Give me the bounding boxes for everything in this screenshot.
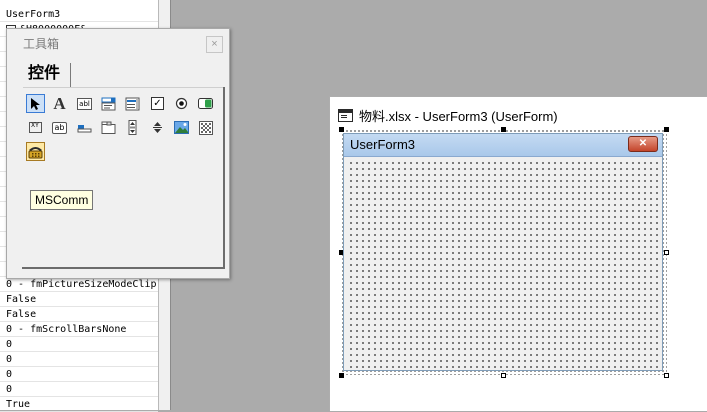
property-row[interactable]: 0 - fmScrollBarsNone <box>0 322 158 337</box>
toolbox-window: 工具箱 × 控件 A abl ✓ XY ab <box>6 28 230 279</box>
radio-icon <box>175 97 188 110</box>
property-row[interactable]: 0 <box>0 337 158 352</box>
property-value: False <box>6 294 37 305</box>
commandbutton-tool[interactable]: ab <box>50 118 69 137</box>
optionbutton-tool[interactable] <box>172 94 191 113</box>
designer-title-bar: 物料.xlsx - UserForm3 (UserForm) <box>338 106 558 125</box>
toolbox-close-button[interactable]: × <box>206 36 223 53</box>
scrollbar-icon <box>128 120 137 135</box>
image-tool[interactable] <box>172 118 191 137</box>
refedit-tool[interactable] <box>196 118 215 137</box>
commandbutton-icon: ab <box>51 121 68 134</box>
property-value: 0 - fmScrollBarsNone <box>6 324 127 335</box>
property-row[interactable]: UserForm3 <box>0 7 158 22</box>
userform-design-grid[interactable] <box>346 158 660 368</box>
listbox-icon <box>125 97 140 110</box>
close-icon: ✕ <box>638 138 648 149</box>
resize-handle-top-right <box>664 127 669 132</box>
tooltip-mscomm: MSComm <box>30 190 94 210</box>
userform-designer-window: 物料.xlsx - UserForm3 (UserForm) UserForm3… <box>329 96 707 411</box>
refedit-icon <box>198 120 213 135</box>
userform-caption: UserForm3 <box>350 137 416 152</box>
label-tool[interactable]: A <box>50 94 69 113</box>
mscomm-tool[interactable] <box>26 142 45 161</box>
property-value: 0 <box>6 354 13 365</box>
property-row[interactable]: 0 <box>0 367 158 382</box>
toolbox-title: 工具箱 <box>23 37 60 51</box>
userform-close-button[interactable]: ✕ <box>628 136 658 152</box>
property-row[interactable]: 0 - fmPictureSizeModeClip <box>0 277 158 292</box>
resize-handle-top-left <box>339 127 344 132</box>
tab-controls[interactable]: 控件 <box>23 63 71 87</box>
togglebutton-tool[interactable] <box>196 94 215 113</box>
tabstrip-tool[interactable] <box>75 118 94 137</box>
label-icon: A <box>53 93 66 113</box>
userform3-canvas[interactable]: UserForm3 ✕ <box>343 133 663 371</box>
multipage-icon <box>101 121 116 134</box>
pointer-icon <box>31 97 40 110</box>
multipage-tool[interactable] <box>99 118 118 137</box>
textbox-icon: abl <box>77 97 92 110</box>
checkbox-tool[interactable]: ✓ <box>148 94 167 113</box>
property-row[interactable]: False <box>0 307 158 322</box>
spinbutton-tool[interactable] <box>148 118 167 137</box>
tabstrip-icon <box>77 124 92 132</box>
textbox-tool[interactable]: abl <box>75 94 94 113</box>
combobox-icon <box>101 97 116 110</box>
property-value: 0 - fmPictureSizeModeClip <box>6 279 157 290</box>
designer-title: 物料.xlsx - UserForm3 (UserForm) <box>359 109 558 124</box>
userform-icon <box>338 109 353 122</box>
combobox-tool[interactable] <box>99 94 118 113</box>
image-icon <box>174 121 189 134</box>
spinbutton-icon <box>153 122 162 133</box>
toggle-icon <box>198 98 213 109</box>
property-row[interactable]: 0 <box>0 352 158 367</box>
property-value: UserForm3 <box>6 9 61 20</box>
resize-handle-bottom-left <box>339 373 344 378</box>
resize-handle-right[interactable] <box>664 250 669 255</box>
select-objects-tool[interactable] <box>26 94 45 113</box>
property-row[interactable]: 0 <box>0 382 158 397</box>
property-value: 0 <box>6 339 13 350</box>
property-row[interactable]: False <box>0 292 158 307</box>
frame-icon: XY <box>29 122 42 133</box>
property-value: 0 <box>6 369 13 380</box>
telephone-icon <box>28 147 43 159</box>
scrollbar-tool[interactable] <box>123 118 142 137</box>
resize-handle-top <box>501 127 506 132</box>
checkbox-icon: ✓ <box>151 97 164 110</box>
resize-handle-bottom[interactable] <box>501 373 506 378</box>
frame-tool[interactable]: XY <box>26 118 45 137</box>
userform-title-bar: UserForm3 ✕ <box>344 134 662 157</box>
controls-pane <box>22 87 225 269</box>
resize-handle-bottom-right[interactable] <box>664 373 669 378</box>
listbox-tool[interactable] <box>123 94 142 113</box>
property-value: False <box>6 309 37 320</box>
property-value: 0 <box>6 384 13 395</box>
